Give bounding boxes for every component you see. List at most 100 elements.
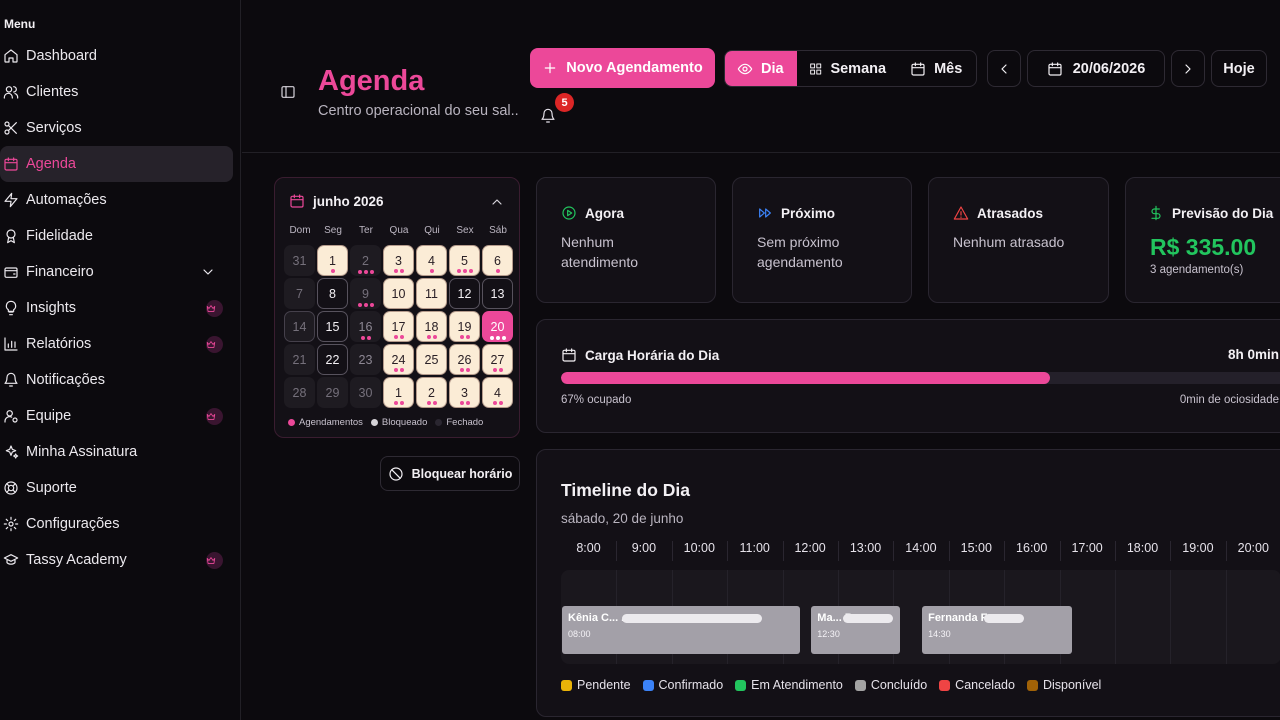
stat-next-title: Próximo bbox=[781, 205, 836, 221]
hour-separator bbox=[1059, 541, 1061, 561]
page-header: Agenda Centro operacional do seu sal... … bbox=[242, 0, 1280, 153]
calendar-day[interactable]: 2 bbox=[416, 377, 447, 408]
appointment-dots bbox=[483, 269, 512, 273]
sidebar-toggle-icon[interactable] bbox=[280, 84, 296, 100]
calendar-day[interactable]: 17 bbox=[383, 311, 414, 342]
calendar-day[interactable]: 4 bbox=[482, 377, 513, 408]
view-switcher: Dia Semana Mês bbox=[724, 50, 977, 87]
calendar-day[interactable]: 1 bbox=[317, 245, 348, 276]
calendar-day[interactable]: 28 bbox=[284, 377, 315, 408]
view-week-button[interactable]: Semana bbox=[797, 51, 898, 86]
chevron-down-icon[interactable] bbox=[200, 264, 216, 280]
appointment-dots bbox=[384, 269, 413, 273]
calendar-day[interactable]: 3 bbox=[449, 377, 480, 408]
calendar-month-label: junho 2026 bbox=[313, 193, 384, 209]
calendar-day[interactable]: 11 bbox=[416, 278, 447, 309]
block-time-button[interactable]: Bloquear horário bbox=[380, 456, 520, 491]
calendar-day[interactable]: 12 bbox=[449, 278, 480, 309]
calendar-day[interactable]: 6 bbox=[482, 245, 513, 276]
users-icon bbox=[3, 86, 19, 99]
sidebar-item-servicos[interactable]: Serviços bbox=[0, 110, 233, 146]
calendar-day[interactable]: 3 bbox=[383, 245, 414, 276]
appointment-dots bbox=[350, 336, 381, 340]
sidebar-item-label: Dashboard bbox=[26, 48, 97, 64]
calendar-day[interactable]: 21 bbox=[284, 344, 315, 375]
timeline-appointment[interactable]: Fernanda F... 14:30 bbox=[922, 606, 1072, 654]
calendar-day[interactable]: 19 bbox=[449, 311, 480, 342]
date-picker-button[interactable]: 20/06/2026 bbox=[1027, 50, 1165, 87]
calendar-day[interactable]: 18 bbox=[416, 311, 447, 342]
view-day-button[interactable]: Dia bbox=[725, 51, 798, 86]
calendar-day[interactable]: 27 bbox=[482, 344, 513, 375]
calendar-day[interactable]: 13 bbox=[482, 278, 513, 309]
appointment-time: 12:30 bbox=[817, 629, 840, 639]
legend-appointments: Agendamentos bbox=[288, 417, 363, 428]
calendar-header: junho 2026 bbox=[289, 193, 384, 209]
today-label: Hoje bbox=[1223, 60, 1255, 77]
calendar-day-number: 9 bbox=[362, 286, 369, 301]
calendar-day[interactable]: 14 bbox=[284, 311, 315, 342]
appointment-dots bbox=[450, 335, 479, 339]
today-button[interactable]: Hoje bbox=[1211, 50, 1267, 87]
sidebar-item-relatorios[interactable]: Relatórios bbox=[0, 326, 233, 362]
sidebar-item-equipe[interactable]: Equipe bbox=[0, 398, 233, 434]
sidebar-item-clientes[interactable]: Clientes bbox=[0, 74, 233, 110]
workload-bar-fill bbox=[561, 372, 1051, 384]
calendar-day[interactable]: 15 bbox=[317, 311, 348, 342]
sidebar-item-financeiro[interactable]: Financeiro bbox=[0, 254, 233, 290]
calendar-day[interactable]: 1 bbox=[383, 377, 414, 408]
calendar-day[interactable]: 23 bbox=[350, 344, 381, 375]
sidebar-item-configuracoes[interactable]: Configurações bbox=[0, 506, 233, 542]
timeline-legend-item: Disponível bbox=[1026, 678, 1101, 692]
timeline-legend-item: Em Atendimento bbox=[735, 678, 843, 692]
calendar-day[interactable]: 7 bbox=[284, 278, 315, 309]
calendar-day[interactable]: 22 bbox=[317, 344, 348, 375]
chevron-up-icon[interactable] bbox=[489, 194, 505, 210]
timeline-appointment[interactable]: Kênia C... ... 08:00 bbox=[562, 606, 801, 654]
calendar-day[interactable]: 31 bbox=[284, 245, 315, 276]
sidebar-item-label: Agenda bbox=[26, 156, 76, 172]
calendar-day[interactable]: 26 bbox=[449, 344, 480, 375]
calendar-day[interactable]: 29 bbox=[317, 377, 348, 408]
stat-forecast-title-row: Previsão do Dia bbox=[1148, 205, 1273, 221]
sidebar-nav: Dashboard Clientes Serviços Agenda Autom… bbox=[0, 38, 241, 578]
sidebar-item-automacoes[interactable]: Automações bbox=[0, 182, 233, 218]
calendar-day[interactable]: 5 bbox=[449, 245, 480, 276]
scissors-icon bbox=[4, 121, 17, 135]
appointment-dots bbox=[384, 401, 413, 405]
new-appointment-button[interactable]: Novo Agendamento bbox=[530, 48, 715, 88]
appointment-dots bbox=[417, 269, 446, 273]
calendar-day-number: 28 bbox=[292, 385, 307, 400]
sidebar-item-notificacoes[interactable]: Notificações bbox=[0, 362, 233, 398]
calendar-day[interactable]: 30 bbox=[350, 377, 381, 408]
sidebar-item-assinatura[interactable]: Minha Assinatura bbox=[0, 434, 233, 470]
calendar-day[interactable]: 16 bbox=[350, 311, 381, 342]
redaction-scribble bbox=[622, 614, 762, 623]
sidebar-item-insights[interactable]: Insights bbox=[0, 290, 233, 326]
calendar-day[interactable]: 9 bbox=[350, 278, 381, 309]
legend-label: Concluído bbox=[870, 678, 928, 692]
view-month-button[interactable]: Mês bbox=[898, 51, 976, 86]
sidebar-item-dashboard[interactable]: Dashboard bbox=[0, 38, 233, 74]
sidebar-item-label: Minha Assinatura bbox=[26, 444, 138, 460]
calendar-day[interactable]: 8 bbox=[317, 278, 348, 309]
calendar-legend: Agendamentos Bloqueado Fechado bbox=[288, 417, 483, 428]
calendar-day[interactable]: 24 bbox=[383, 344, 414, 375]
calendar-day[interactable]: 2 bbox=[350, 245, 381, 276]
calendar-day[interactable]: 20 bbox=[482, 311, 513, 342]
next-date-button[interactable] bbox=[1171, 50, 1205, 87]
sidebar-item-agenda[interactable]: Agenda bbox=[0, 146, 233, 182]
bell-icon[interactable] bbox=[540, 108, 556, 124]
prev-date-button[interactable] bbox=[987, 50, 1021, 87]
timeline-appointment[interactable]: Ma... B... 12:30 bbox=[811, 606, 900, 654]
calendar-day[interactable]: 25 bbox=[416, 344, 447, 375]
appointment-dots bbox=[482, 336, 513, 340]
bar-chart-icon bbox=[4, 337, 18, 351]
timeline-legend-item: Pendente bbox=[561, 678, 631, 692]
sidebar-item-academy[interactable]: Tassy Academy bbox=[0, 542, 233, 578]
calendar-day[interactable]: 10 bbox=[383, 278, 414, 309]
legend-label: Confirmado bbox=[658, 678, 724, 692]
sidebar-item-suporte[interactable]: Suporte bbox=[0, 470, 233, 506]
sidebar-item-fidelidade[interactable]: Fidelidade bbox=[0, 218, 233, 254]
calendar-day[interactable]: 4 bbox=[416, 245, 447, 276]
